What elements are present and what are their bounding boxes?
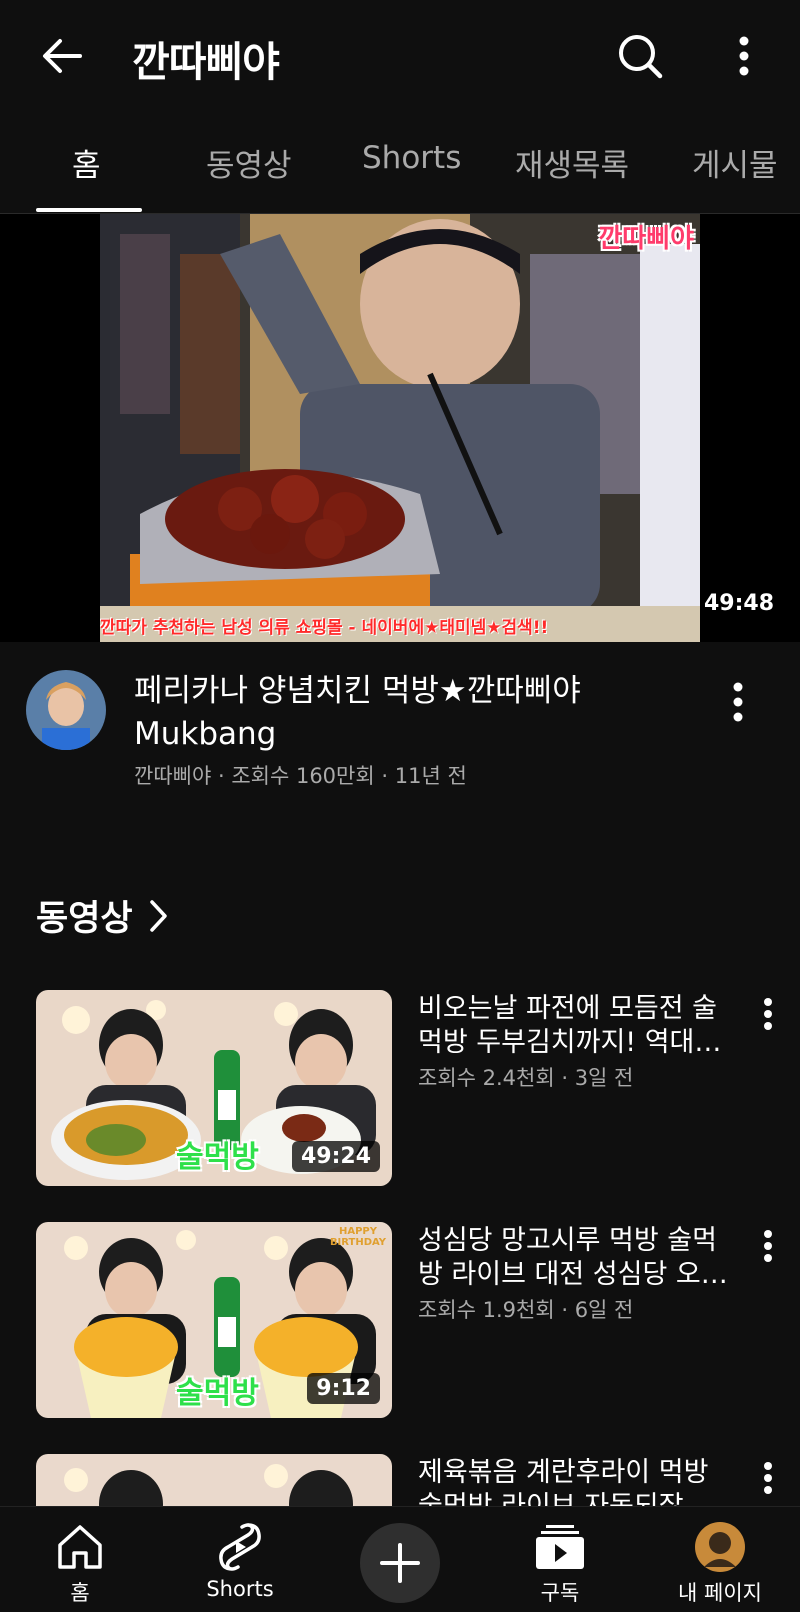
more-options-button[interactable] (726, 28, 762, 84)
more-vert-icon (764, 998, 772, 1030)
featured-video-title[interactable]: 페리카나 양념치킨 먹방★깐따삐야 Mukbang (134, 670, 694, 756)
video-duration: 49:24 (291, 1141, 380, 1172)
meta-separator: · (381, 764, 395, 788)
back-button[interactable] (36, 30, 88, 82)
subscriptions-icon (536, 1525, 584, 1569)
nav-subscriptions-label: 구독 (540, 1581, 580, 1605)
thumbnail-watermark: 깐따삐야 (598, 224, 694, 254)
tab-videos[interactable]: 동영상 (206, 140, 292, 185)
video-list-item[interactable]: HAPPY BIRTHDAY 술먹방 9:12 성심당 망고시루 먹방 술먹방 … (0, 1222, 800, 1422)
more-vert-icon (764, 1462, 772, 1494)
shorts-icon (219, 1523, 261, 1571)
avatar-image (26, 670, 106, 750)
more-vert-icon (764, 1230, 772, 1262)
featured-duration: 49:48 (703, 591, 774, 616)
video-meta: 조회수 1.9천회 · 6일 전 (418, 1298, 634, 1322)
featured-video-thumbnail[interactable]: 깐따삐야 깐따가 추천하는 남성 의류 쇼핑몰 - 네이버에★태미넴★검색!! (100, 214, 700, 642)
video-meta: 조회수 2.4천회 · 3일 전 (418, 1066, 634, 1090)
tab-home[interactable]: 홈 (72, 140, 101, 185)
more-vert-icon (739, 36, 749, 76)
video-thumbnail[interactable]: HAPPY BIRTHDAY 술먹방 9:12 (36, 1222, 392, 1418)
featured-more-button[interactable] (722, 674, 754, 730)
back-arrow-icon (43, 39, 82, 73)
nav-you-label: 내 페이지 (678, 1581, 762, 1605)
featured-video-meta: 깐따삐야 · 조회수 160만회 · 11년 전 (134, 760, 467, 790)
video-title[interactable]: 비오는날 파전에 모듬전 술먹방 두부김치까지! 역대급 조합 (418, 992, 728, 1060)
tab-posts[interactable]: 게시물 (692, 140, 778, 185)
videos-section-header[interactable]: 동영상 (36, 890, 169, 941)
featured-video-player[interactable]: 깐따삐야 깐따가 추천하는 남성 의류 쇼핑몰 - 네이버에★태미넴★검색!! … (0, 214, 800, 642)
video-list-item[interactable]: 술먹방 49:24 비오는날 파전에 모듬전 술먹방 두부김치까지! 역대급 조… (0, 990, 800, 1190)
nav-shorts-label: Shorts (206, 1577, 274, 1601)
chevron-right-icon (149, 899, 167, 932)
thumbnail-caption: 깐따가 추천하는 남성 의류 쇼핑몰 - 네이버에★태미넴★검색!! (100, 618, 549, 638)
thumbnail-badge: HAPPY BIRTHDAY (329, 1226, 387, 1248)
featured-channel-name[interactable]: 깐따삐야 (134, 764, 211, 788)
video-title[interactable]: 성심당 망고시루 먹방 술먹방 라이브 대전 성심당 오픈런 후기 (418, 1224, 728, 1292)
thumbnail-text: 술먹방 (176, 1140, 259, 1175)
video-more-button[interactable] (752, 1222, 784, 1270)
featured-view-count: 조회수 160만회 (231, 764, 375, 788)
search-icon (619, 35, 663, 79)
tab-shorts[interactable]: Shorts (362, 140, 461, 176)
nav-subscriptions[interactable]: 구독 (500, 1507, 620, 1612)
video-title[interactable]: 제육볶음 계란후라이 먹방 술먹방 라이브 자동되잖찌... (418, 1456, 728, 1506)
featured-thumbnail-image (100, 214, 700, 642)
nav-you[interactable]: 내 페이지 (660, 1507, 780, 1612)
video-thumbnail[interactable] (36, 1454, 392, 1506)
video-list-item[interactable]: 제육볶음 계란후라이 먹방 술먹방 라이브 자동되잖찌... (0, 1454, 800, 1506)
channel-tabs: 홈 동영상 Shorts 재생목록 게시물 (0, 108, 800, 214)
section-title: 동영상 (36, 899, 133, 939)
featured-upload-age: 11년 전 (394, 764, 467, 788)
video-thumbnail[interactable]: 술먹방 49:24 (36, 990, 392, 1186)
profile-avatar-icon (695, 1522, 745, 1572)
nav-home[interactable]: 홈 (20, 1507, 140, 1612)
channel-title: 깐따삐야 (132, 38, 280, 86)
video-duration: 9:12 (307, 1373, 380, 1404)
more-vert-icon (733, 682, 743, 722)
channel-avatar[interactable] (26, 670, 106, 750)
video-more-button[interactable] (752, 1454, 784, 1502)
bottom-navigation: 홈 Shorts 구독 내 페이지 (0, 1506, 800, 1612)
create-button[interactable] (360, 1523, 440, 1603)
active-tab-indicator (36, 208, 142, 212)
plus-icon (380, 1543, 420, 1583)
thumbnail-text: 술먹방 (176, 1376, 259, 1411)
search-button[interactable] (612, 28, 668, 84)
nav-shorts[interactable]: Shorts (180, 1507, 300, 1612)
tab-playlists[interactable]: 재생목록 (515, 140, 629, 185)
top-app-bar: 깐따삐야 (0, 0, 800, 108)
nav-home-label: 홈 (70, 1581, 90, 1605)
home-icon (58, 1525, 102, 1569)
meta-separator: · (217, 764, 232, 788)
video-more-button[interactable] (752, 990, 784, 1038)
video-thumbnail-image (36, 1454, 392, 1506)
featured-video-info: 페리카나 양념치킨 먹방★깐따삐야 Mukbang 깐따삐야 · 조회수 160… (0, 642, 800, 802)
